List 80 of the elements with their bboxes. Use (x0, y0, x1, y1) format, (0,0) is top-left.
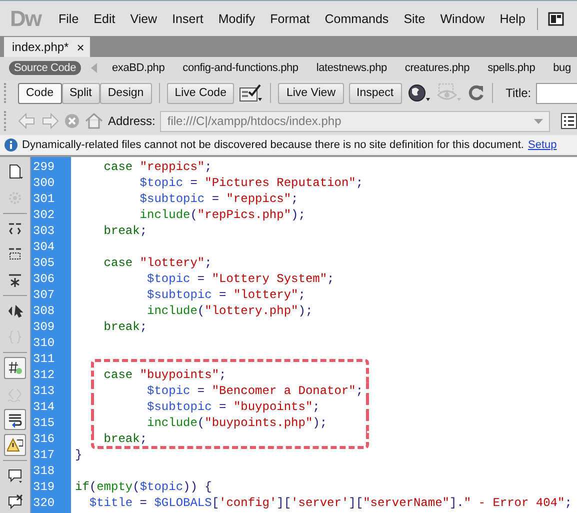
code-line: case "lottery"; (102, 256, 212, 270)
code-line: include("buypoints.php"); (146, 416, 328, 430)
line-number: 319 (32, 479, 56, 495)
view-mode-button[interactable]: Split (62, 82, 100, 104)
code-line: $subtopic = "lottery"; (146, 288, 306, 302)
line-number: 303 (32, 223, 56, 239)
related-file-link[interactable]: exaBD.php (107, 61, 170, 75)
code-line: break; (102, 432, 148, 446)
code-line: $topic = "Pictures Reputation"; (138, 176, 364, 190)
menu-item[interactable]: Insert (164, 12, 211, 26)
line-number: 306 (32, 271, 56, 287)
line-number: 312 (32, 367, 56, 383)
code-line: $title = $GLOBALS['config']['server']["serverName"]." - Error 404"; (88, 496, 572, 510)
info-message: Dynamically-related files cannot not be discovered because there is no site definition for this document. (22, 139, 524, 151)
setup-link[interactable]: Setup (528, 139, 557, 151)
menu-item[interactable]: File (51, 12, 86, 26)
line-number: 309 (32, 319, 56, 335)
related-file-link[interactable]: Source Code (9, 61, 82, 75)
line-number: 310 (32, 335, 56, 351)
menu-item[interactable]: Modify (210, 12, 263, 26)
line-number: 305 (32, 255, 56, 271)
menu-item[interactable]: Format (262, 12, 318, 26)
menu-item[interactable]: Edit (86, 12, 123, 26)
title-label: Title: (506, 86, 532, 100)
related-file-link[interactable]: latestnews.php (311, 61, 392, 75)
inspect-button[interactable]: Inspect (348, 82, 402, 104)
menu-item[interactable]: Help (492, 12, 533, 26)
line-number: 307 (32, 287, 56, 303)
line-number: 304 (32, 239, 56, 255)
line-number: 320 (32, 495, 56, 511)
hash-icon[interactable] (4, 356, 26, 379)
list-icon[interactable] (561, 113, 577, 129)
app-logo: Dw (10, 6, 41, 32)
line-number: 315 (32, 415, 56, 431)
line-number: 301 (32, 191, 56, 207)
info-icon (4, 138, 18, 152)
warning-icon[interactable] (4, 434, 26, 456)
code-line: case "reppics"; (102, 160, 212, 174)
menu-item[interactable]: Commands (317, 12, 396, 26)
line-number: 308 (32, 303, 56, 319)
code-line: $topic = "Lottery System"; (146, 272, 334, 286)
globe-icon[interactable] (406, 83, 431, 103)
line-number: 302 (32, 207, 56, 223)
view-mode-button[interactable]: Code (18, 82, 62, 104)
code-line: } (75, 448, 82, 462)
related-file-link[interactable]: config-and-functions.php (178, 61, 304, 75)
view-mode-button[interactable]: Design (100, 82, 152, 104)
line-number: 313 (32, 383, 56, 399)
menu-item[interactable]: Site (396, 12, 433, 26)
code-line: include("lottery.php"); (146, 304, 313, 318)
related-file-link[interactable]: bug (548, 61, 576, 75)
code-line: $topic = "Bencomer a Donator"; (146, 384, 364, 398)
document-tab[interactable]: index.php* × (4, 37, 90, 57)
line-number: 311 (32, 351, 56, 367)
line-number: 317 (32, 447, 56, 463)
code-line: $subtopic = "reppics"; (138, 192, 298, 206)
close-button[interactable]: × (76, 40, 84, 54)
line-number: 318 (32, 463, 56, 479)
live-code-button[interactable]: Live Code (166, 82, 234, 104)
line-number: 314 (32, 399, 56, 415)
live-view-button[interactable]: Live View (278, 82, 344, 104)
code-line: break; (102, 320, 148, 334)
related-file-link[interactable]: spells.php (482, 61, 540, 75)
code-line: if(empty($topic)) { (75, 480, 212, 494)
word-wrap-icon[interactable] (4, 408, 26, 430)
code-line: case "buypoints"; (102, 368, 226, 382)
menu-item[interactable]: Window (432, 12, 492, 26)
code-line: include("repPics.php"); (138, 208, 306, 222)
code-line: $subtopic = "buypoints"; (146, 400, 320, 414)
line-number: 299 (32, 159, 56, 175)
line-number: 300 (32, 175, 56, 191)
address-field[interactable]: file:///C|/xampp/htdocs/index.php (160, 110, 550, 132)
menu-item[interactable]: View (122, 12, 165, 26)
refresh-icon[interactable] (466, 84, 485, 102)
line-number: 316 (32, 431, 56, 447)
layout-icon[interactable] (548, 12, 564, 26)
code-line: break; (102, 224, 148, 238)
address-label: Address: (108, 114, 156, 128)
related-file-link[interactable]: creatures.php (400, 61, 475, 75)
checklist-icon[interactable] (239, 83, 264, 103)
